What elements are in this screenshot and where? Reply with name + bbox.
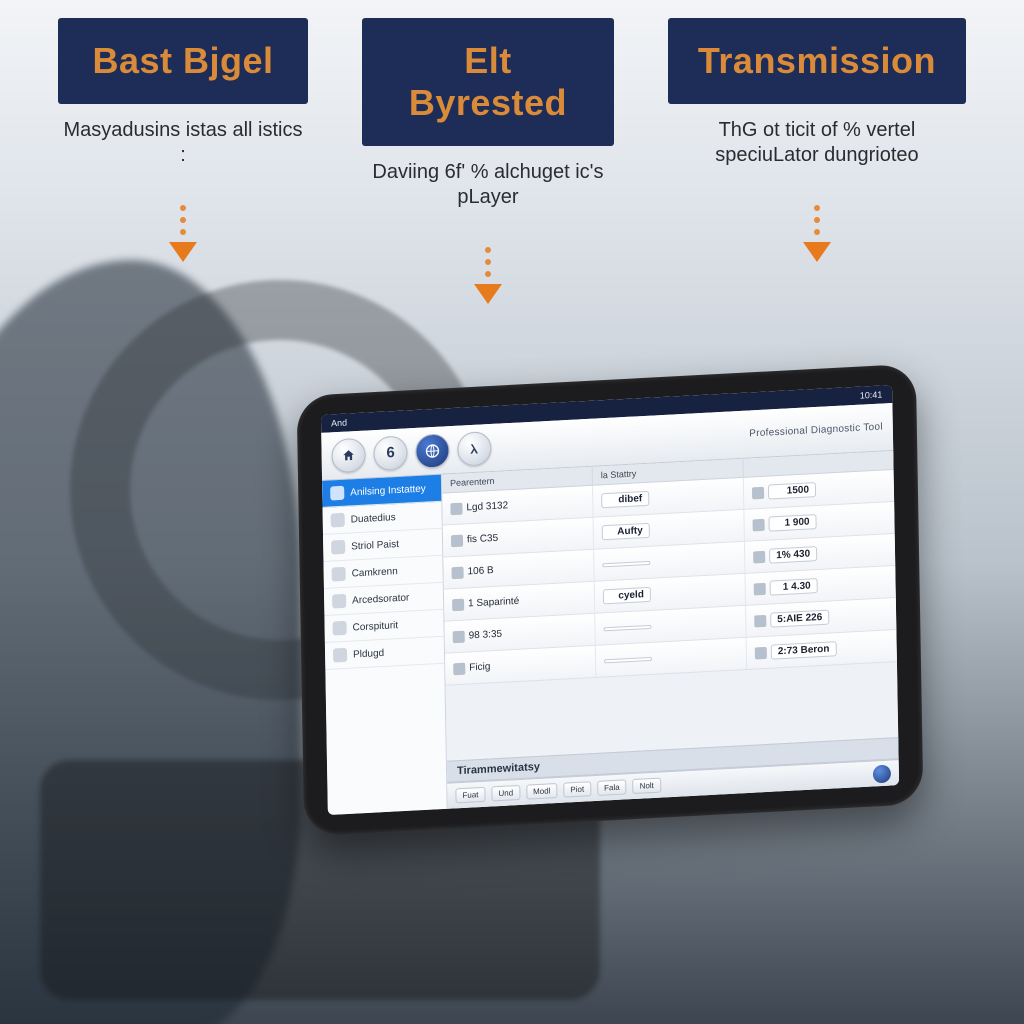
value-box	[602, 560, 650, 567]
sidebar-item-label: Corspiturit	[353, 620, 399, 633]
globe-glyph	[424, 442, 440, 459]
module-icon	[331, 540, 345, 555]
row-icon	[451, 534, 463, 547]
lambda-icon[interactable]	[457, 430, 492, 466]
category-col-1: Bast Bjgel Masyadusins istas all istics …	[58, 18, 308, 304]
home-glyph	[341, 448, 355, 463]
value-box: 2:73 Beron	[771, 641, 837, 659]
sidebar-item-label: Striol Paist	[351, 538, 399, 552]
bottom-button[interactable]: Modl	[526, 783, 558, 800]
value-box: 5:AIE 226	[770, 610, 829, 628]
module-icon	[332, 567, 346, 582]
value-box: 1 900	[768, 514, 816, 532]
category-row: Bast Bjgel Masyadusins istas all istics …	[0, 18, 1024, 304]
row-icon	[755, 646, 767, 659]
module-icon	[333, 621, 347, 636]
app-body: Anilsing Instattey Duatedius Striol Pais…	[322, 451, 899, 815]
row-icon	[453, 630, 465, 643]
sidebar: Anilsing Instattey Duatedius Striol Pais…	[322, 475, 448, 815]
row-icon	[754, 582, 766, 595]
value-box	[604, 656, 652, 663]
value-box: dibef	[601, 491, 649, 509]
row-label: fis C35	[467, 533, 498, 546]
six-icon[interactable]: 6	[373, 435, 408, 471]
category-box-2[interactable]: Elt Byrested	[362, 18, 614, 146]
row-icon	[450, 502, 462, 515]
app-title-small: Professional Diagnostic Tool	[749, 421, 883, 439]
home-icon[interactable]	[331, 437, 366, 473]
data-rows: Lgd 3132 dibef 1500 fis C35 Aufty 1 900 …	[442, 470, 898, 761]
row-icon	[753, 518, 765, 531]
tablet-device: And 10:41 6 Professional Diagnostic Tool	[297, 364, 924, 837]
sidebar-item-label: Arcedsorator	[352, 592, 409, 606]
content-pane: Pearentern la Stattry Lgd 3132 dibef 150…	[442, 451, 899, 809]
bottom-button[interactable]: Fala	[597, 779, 627, 796]
category-col-3: Transmission ThG ot ticit of % vertel sp…	[668, 18, 966, 304]
category-col-2: Elt Byrested Daviing 6f' % alchuget ic's…	[362, 18, 614, 304]
module-icon	[331, 513, 345, 528]
bottom-button[interactable]: Nolt	[633, 778, 661, 794]
row-label: Ficig	[469, 661, 490, 673]
module-icon	[333, 648, 347, 663]
value-box	[603, 624, 651, 631]
bottom-button[interactable]: Piot	[563, 781, 591, 797]
value-box: 1 4.30	[770, 578, 818, 596]
category-caption-1: Masyadusins istas all istics :	[58, 118, 308, 168]
value-box: Aufty	[602, 523, 650, 541]
action-fab-icon[interactable]	[873, 764, 891, 783]
globe-icon[interactable]	[415, 433, 450, 469]
row-label: 1 Saparinté	[468, 596, 519, 610]
statusbar-right: 10:41	[860, 389, 883, 400]
row-label: 106 B	[467, 565, 493, 577]
sidebar-item-label: Pldugd	[353, 647, 384, 660]
tablet-screen: And 10:41 6 Professional Diagnostic Tool	[321, 385, 899, 815]
module-icon	[330, 486, 344, 501]
category-box-3[interactable]: Transmission	[668, 18, 966, 104]
pointer-icon	[803, 202, 831, 262]
bottom-button[interactable]: Und	[491, 785, 520, 802]
category-caption-2: Daviing 6f' % alchuget ic's pLayer	[362, 160, 614, 210]
sidebar-item-6[interactable]: Pldugd	[325, 637, 444, 670]
six-label: 6	[386, 444, 395, 461]
row-icon	[451, 566, 463, 579]
category-caption-3: ThG ot ticit of % vertel speciuLator dun…	[682, 118, 952, 168]
sidebar-item-label: Camkrenn	[352, 566, 398, 579]
pointer-icon	[169, 202, 197, 262]
pointer-icon	[474, 244, 502, 304]
row-icon	[452, 598, 464, 611]
value-box: 1500	[768, 482, 816, 500]
tablet-bezel: And 10:41 6 Professional Diagnostic Tool	[297, 364, 924, 837]
row-icon	[754, 614, 766, 627]
row-icon	[453, 662, 465, 675]
sidebar-item-label: Duatedius	[351, 512, 396, 525]
sidebar-item-label: Anilsing Instattey	[350, 483, 426, 498]
row-label: 98 3:35	[469, 629, 503, 642]
module-icon	[332, 594, 346, 609]
statusbar-left: And	[331, 418, 347, 429]
row-icon	[753, 550, 765, 563]
row-icon	[752, 486, 764, 499]
value-box: cyeld	[603, 587, 651, 605]
lambda-glyph	[467, 441, 481, 456]
value-box: 1% 430	[769, 546, 817, 564]
row-label: Lgd 3132	[466, 500, 508, 513]
bottom-button[interactable]: Fuat	[455, 787, 485, 804]
category-box-1[interactable]: Bast Bjgel	[58, 18, 308, 104]
